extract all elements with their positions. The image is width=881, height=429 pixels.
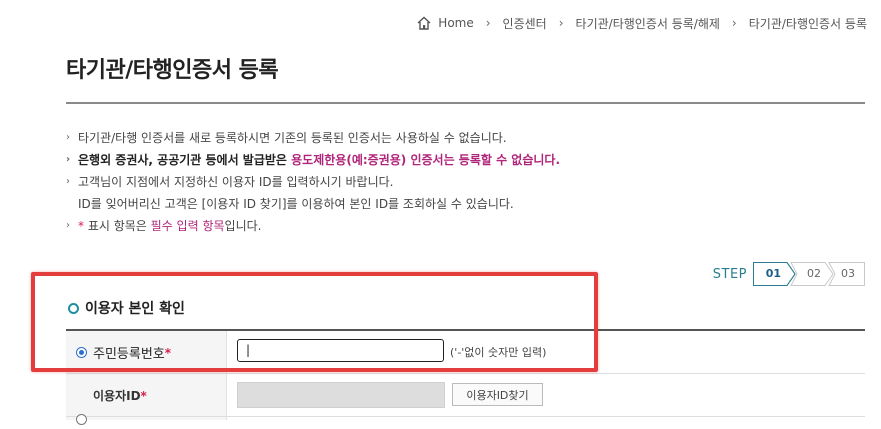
rrn-radio[interactable]: [76, 347, 87, 358]
required-star: *: [164, 345, 172, 360]
chevron-right-icon: ›: [485, 16, 491, 30]
rrn-input[interactable]: |: [237, 339, 444, 362]
row-divider: [66, 373, 865, 374]
notice-text: 고객님이 지점에서 지정하신 이용자 ID를 입력하시기 바랍니다.: [78, 175, 394, 189]
rrn-label-group: 주민등록번호 *: [76, 343, 171, 362]
find-userid-button[interactable]: 이용자ID찾기: [452, 383, 543, 406]
notice-text: ID를 잊어버리신 고객은 [이용자 ID 찾기]를 이용하여 본인 ID를 조…: [78, 197, 514, 211]
notice-text: 타기관/타행 인증서를 새로 등록하시면 기존의 등록된 인증서는 사용하실 수…: [78, 131, 507, 145]
notice-item: › 타기관/타행 인증서를 새로 등록하시면 기존의 등록된 인증서는 사용하실…: [66, 127, 866, 149]
breadcrumb: Home › 인증센터 › 타기관/타행인증서 등록/해제 › 타기관/타행인증…: [416, 14, 867, 32]
notice-text: 은행외 증권사, 공공기관 등에서 발급받은: [78, 153, 292, 167]
bullet-icon: ›: [66, 176, 70, 187]
notice-emphasis: 용도제한용(예:증권용) 인증서는 등록할 수 없습니다.: [291, 153, 561, 167]
circle-bullet-icon: [68, 302, 79, 314]
breadcrumb-item-register-release[interactable]: 타기관/타행인증서 등록/해제: [576, 15, 720, 32]
chevron-right-icon: ›: [731, 16, 737, 30]
bullet-icon: ›: [66, 132, 70, 143]
title-divider: [66, 102, 865, 104]
bullet-icon: ›: [66, 220, 70, 231]
page-title: 타기관/타행인증서 등록: [66, 58, 279, 83]
userid-label-group: 이용자ID *: [93, 387, 147, 404]
column-divider: [226, 331, 227, 420]
section-title-text: 이용자 본인 확인: [85, 301, 185, 317]
step-01: 01: [765, 267, 781, 280]
userid-label: 이용자ID: [93, 389, 141, 403]
required-star: *: [140, 388, 147, 403]
step-03: 03: [841, 267, 855, 280]
notice-list: › 타기관/타행 인증서를 새로 등록하시면 기존의 등록된 인증서는 사용하실…: [66, 127, 866, 237]
step-02: 02: [807, 267, 821, 280]
notice-item: › 은행외 증권사, 공공기관 등에서 발급받은 용도제한용(예:증권용) 인증…: [66, 149, 866, 171]
rrn-label: 주민등록번호: [93, 347, 165, 362]
notice-item: › 고객님이 지점에서 지정하신 이용자 ID를 입력하시기 바랍니다. ID를…: [66, 171, 866, 215]
chevron-right-icon: ›: [558, 16, 564, 30]
step-label: STEP: [712, 266, 747, 282]
breadcrumb-item-register[interactable]: 타기관/타행인증서 등록: [749, 15, 867, 32]
notice-item: › * 표시 항목은 필수 입력 항목입니다.: [66, 215, 866, 237]
notice-text: 표시 항목은: [84, 219, 151, 233]
section-title: 이용자 본인 확인: [68, 298, 185, 318]
step-indicator: STEP 01 02 03: [713, 262, 865, 286]
breadcrumb-home[interactable]: Home: [438, 16, 473, 30]
rrn-hint: ('-'없이 숫자만 입력): [450, 346, 547, 359]
row-divider: [66, 416, 865, 417]
notice-emphasis: 필수 입력 항목: [150, 219, 225, 233]
bullet-icon: ›: [66, 154, 71, 165]
notice-text: 입니다.: [224, 219, 262, 233]
home-icon[interactable]: [416, 15, 432, 31]
userid-input[interactable]: [237, 382, 445, 408]
breadcrumb-item-cert-center[interactable]: 인증센터: [503, 15, 547, 32]
